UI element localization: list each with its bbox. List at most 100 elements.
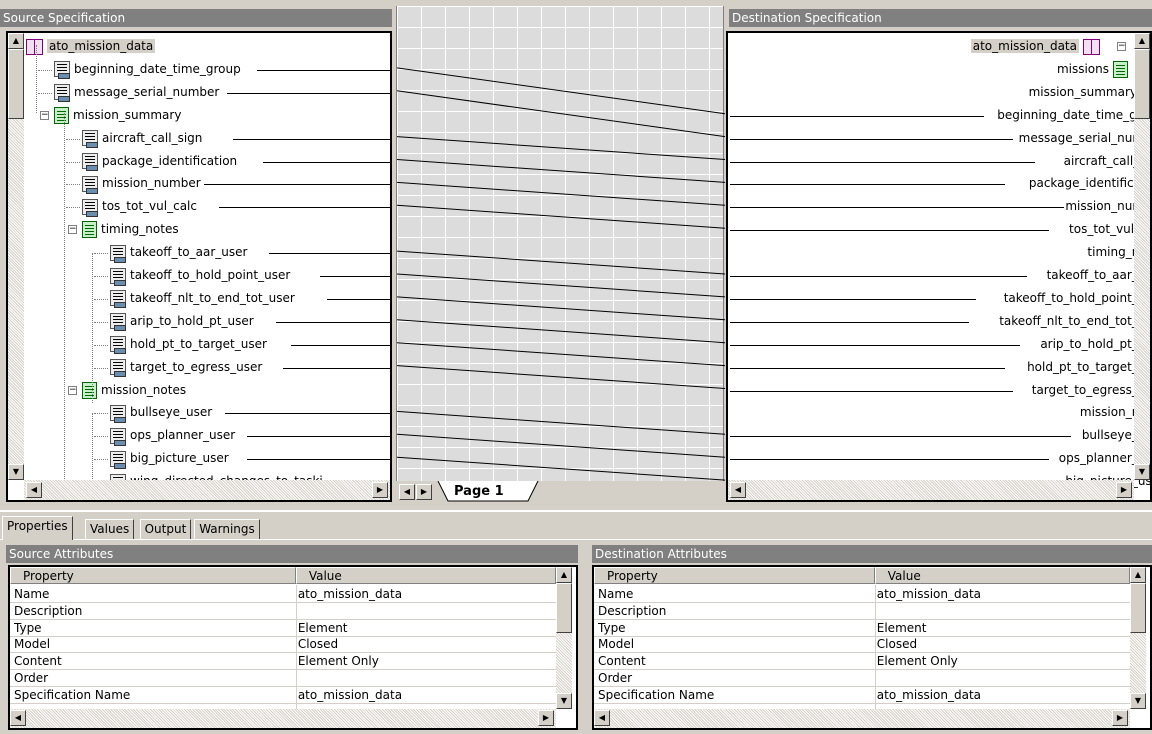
expand-toggle[interactable]: − xyxy=(1117,42,1126,51)
mapping-line[interactable] xyxy=(397,181,725,206)
scroll-right-button[interactable]: ▶ xyxy=(372,482,388,498)
value-cell[interactable] xyxy=(877,603,1128,619)
source-tree[interactable]: ato_mission_data − beginning_date_time_gro… xyxy=(6,31,392,502)
scroll-right-button[interactable]: ▶ xyxy=(1116,482,1132,498)
source-tree-item[interactable]: takeoff_to_hold_point_user xyxy=(110,264,290,287)
scroll-down-button[interactable]: ▼ xyxy=(1130,693,1146,709)
mapping-line[interactable] xyxy=(397,342,725,367)
value-cell[interactable]: ato_mission_data xyxy=(298,687,554,703)
scroll-down-button[interactable]: ▼ xyxy=(1134,464,1150,480)
mapping-line[interactable] xyxy=(397,319,725,344)
value-cell[interactable] xyxy=(298,670,554,686)
source-tree-item[interactable]: arip_to_hold_pt_user xyxy=(110,310,254,333)
expand-toggle[interactable]: − xyxy=(68,225,77,235)
source-tree-item[interactable]: target_to_egress_user xyxy=(110,356,262,379)
scroll-down-button[interactable]: ▼ xyxy=(8,464,24,480)
source-tree-item[interactable]: big_picture_user xyxy=(110,447,229,470)
source-tree-item[interactable]: takeoff_nlt_to_end_tot_user xyxy=(110,287,295,310)
value-cell[interactable]: Element Only xyxy=(298,653,554,669)
source-tree-item[interactable]: mission_summary xyxy=(54,104,181,127)
destination-tree-item[interactable]: missions xyxy=(1057,58,1128,81)
source-tree-item[interactable]: bullseye_user xyxy=(110,401,212,424)
mapping-canvas[interactable] xyxy=(396,6,725,481)
scroll-left-button[interactable]: ◀ xyxy=(594,710,610,726)
value-cell[interactable]: ato_mission_data xyxy=(877,586,1128,602)
destination-tree[interactable]: ato_mission_data−missions−mission_summar… xyxy=(726,31,1152,502)
destination-tree-item[interactable]: takeoff_nlt_to_end_tot_user xyxy=(999,310,1150,333)
source-tree-item[interactable]: message_serial_number xyxy=(54,81,219,104)
destination-attributes-grid[interactable]: Property Value Name ato_mission_data Descrip… xyxy=(592,565,1152,730)
node-icon xyxy=(82,221,97,239)
value-cell[interactable] xyxy=(877,670,1128,686)
scroll-up-button[interactable]: ▲ xyxy=(8,33,24,49)
scroll-thumb[interactable] xyxy=(8,49,24,119)
scroll-up-button[interactable]: ▲ xyxy=(1130,567,1146,583)
source-attributes-grid[interactable]: Property Value Name ato_mission_data Descrip… xyxy=(8,565,578,730)
value-cell[interactable]: Closed xyxy=(877,636,1128,652)
source-tree-item[interactable]: ops_planner_user xyxy=(110,424,235,447)
mapping-line[interactable] xyxy=(397,90,725,138)
mapping-line[interactable] xyxy=(397,159,725,183)
source-tree-item[interactable]: takeoff_to_aar_user xyxy=(110,241,247,264)
tab-output[interactable]: Output xyxy=(139,519,192,539)
mapping-line[interactable] xyxy=(397,67,725,115)
source-tree-item[interactable]: mission_notes xyxy=(82,379,186,402)
column-header-value[interactable]: Value xyxy=(874,567,1130,584)
expand-toggle[interactable]: − xyxy=(68,385,77,395)
value-cell[interactable] xyxy=(298,603,554,619)
scroll-right-button[interactable]: ▶ xyxy=(538,710,554,726)
source-hscrollbar[interactable] xyxy=(24,480,390,500)
page-next-button[interactable]: ▶ xyxy=(416,484,432,500)
page-prev-button[interactable]: ◀ xyxy=(399,484,415,500)
mapping-line[interactable] xyxy=(397,136,725,160)
mapping-line[interactable] xyxy=(397,433,725,458)
value-cell[interactable]: Closed xyxy=(298,636,554,652)
grid-hscrollbar[interactable] xyxy=(10,709,556,728)
expand-toggle[interactable]: − xyxy=(40,110,49,120)
source-tree-item[interactable]: beginning_date_time_group xyxy=(54,58,241,81)
mapping-line[interactable] xyxy=(397,365,725,389)
scroll-left-button[interactable]: ◀ xyxy=(730,482,746,498)
column-header-property[interactable]: Property xyxy=(594,567,875,584)
tab-values[interactable]: Values xyxy=(85,519,135,539)
value-cell[interactable]: ato_mission_data xyxy=(877,687,1128,703)
mapping-line[interactable] xyxy=(397,250,725,275)
value-cell[interactable]: Element Only xyxy=(877,653,1128,669)
destination-hscrollbar[interactable] xyxy=(728,480,1134,500)
scroll-thumb[interactable] xyxy=(556,583,572,633)
scroll-thumb[interactable] xyxy=(1130,583,1146,633)
mapping-line[interactable] xyxy=(397,456,725,481)
grid-hscrollbar[interactable] xyxy=(594,709,1130,728)
mapping-line[interactable] xyxy=(397,410,725,435)
source-tree-item[interactable]: mission_number xyxy=(82,172,201,195)
mapping-line[interactable] xyxy=(397,296,725,321)
page-tab[interactable]: Page 1 xyxy=(454,484,504,499)
source-tree-item[interactable]: ato_mission_data xyxy=(26,35,156,58)
mapping-line[interactable] xyxy=(397,273,725,298)
scroll-left-button[interactable]: ◀ xyxy=(26,482,42,498)
destination-tree-item[interactable]: ato_mission_data xyxy=(970,35,1100,58)
source-tree-item[interactable]: tos_tot_vul_calc xyxy=(82,195,197,218)
destination-tree-item[interactable]: beginning_date_time_group xyxy=(997,104,1150,127)
column-header-value[interactable]: Value xyxy=(295,567,556,584)
destination-tree-item[interactable]: message_serial_number xyxy=(1019,127,1150,150)
source-tree-item[interactable]: hold_pt_to_target_user xyxy=(110,333,267,356)
value-cell[interactable]: Element xyxy=(877,620,1128,636)
source-tree-item[interactable]: package_identification xyxy=(82,150,237,173)
value-cell[interactable]: ato_mission_data xyxy=(298,586,554,602)
mapping-line[interactable] xyxy=(397,204,725,229)
scroll-up-button[interactable]: ▲ xyxy=(556,567,572,583)
scroll-up-button[interactable]: ▲ xyxy=(1134,33,1150,49)
source-tree-item[interactable]: timing_notes xyxy=(82,218,179,241)
source-tree-item[interactable]: aircraft_call_sign xyxy=(82,127,202,150)
row-divider xyxy=(594,702,1130,704)
destination-tree-item[interactable]: takeoff_to_hold_point_user xyxy=(1004,287,1150,310)
scroll-thumb[interactable] xyxy=(1134,49,1150,119)
scroll-right-button[interactable]: ▶ xyxy=(1112,710,1128,726)
tab-warnings[interactable]: Warnings xyxy=(194,519,260,539)
value-cell[interactable]: Element xyxy=(298,620,554,636)
column-header-property[interactable]: Property xyxy=(10,567,296,584)
scroll-left-button[interactable]: ◀ xyxy=(10,710,26,726)
tab-properties[interactable]: Properties xyxy=(2,516,73,540)
scroll-down-button[interactable]: ▼ xyxy=(556,693,572,709)
